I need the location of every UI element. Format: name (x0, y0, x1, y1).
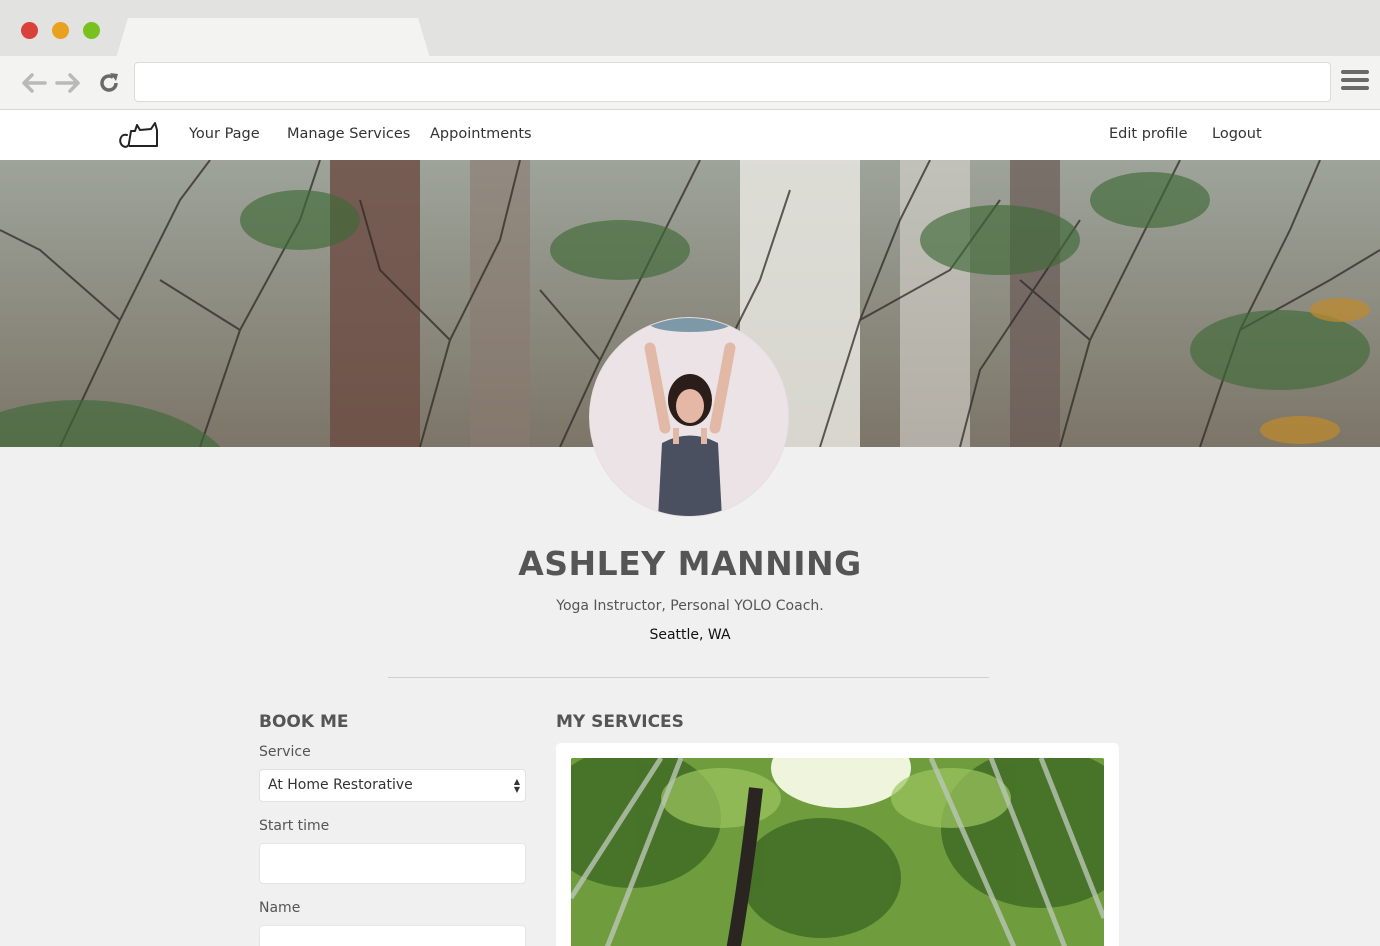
service-image (571, 758, 1104, 946)
reload-icon[interactable] (96, 70, 122, 96)
name-input[interactable] (259, 925, 526, 946)
profile-location: Seattle, WA (649, 627, 731, 643)
browser-tab[interactable] (116, 18, 430, 58)
profile-tagline: Yoga Instructor, Personal YOLO Coach. (556, 598, 824, 614)
site-navbar: Your Page Manage Services Appointments E… (0, 110, 1380, 160)
maximize-window-button[interactable] (83, 22, 100, 39)
my-services-heading: MY SERVICES (556, 712, 684, 732)
browser-titlebar (0, 0, 1380, 58)
start-time-input[interactable] (259, 843, 526, 884)
service-select-value: At Home Restorative (268, 777, 413, 793)
close-window-button[interactable] (21, 22, 38, 39)
nav-appointments-link[interactable]: Appointments (430, 126, 532, 142)
cat-logo-icon[interactable] (117, 119, 161, 151)
divider (388, 677, 989, 678)
forward-arrow-icon[interactable] (55, 70, 81, 96)
service-select[interactable]: At Home Restorative ▲ ▼ (259, 769, 526, 802)
minimize-window-button[interactable] (52, 22, 69, 39)
book-me-heading: BOOK ME (259, 712, 349, 732)
profile-name: ASHLEY MANNING (518, 544, 862, 583)
nav-logout-link[interactable]: Logout (1212, 126, 1262, 142)
service-label: Service (259, 744, 311, 760)
start-time-label: Start time (259, 818, 330, 834)
address-bar[interactable] (134, 62, 1331, 102)
select-arrows-icon: ▲ ▼ (513, 777, 520, 794)
browser-toolbar (0, 56, 1380, 110)
service-card[interactable] (556, 743, 1119, 946)
hamburger-menu-icon[interactable] (1341, 70, 1369, 94)
nav-edit-profile-link[interactable]: Edit profile (1109, 126, 1188, 142)
nav-your-page-link[interactable]: Your Page (189, 126, 260, 142)
profile-avatar (589, 317, 789, 517)
name-label: Name (259, 900, 301, 916)
nav-manage-services-link[interactable]: Manage Services (287, 126, 410, 142)
back-arrow-icon[interactable] (21, 70, 47, 96)
